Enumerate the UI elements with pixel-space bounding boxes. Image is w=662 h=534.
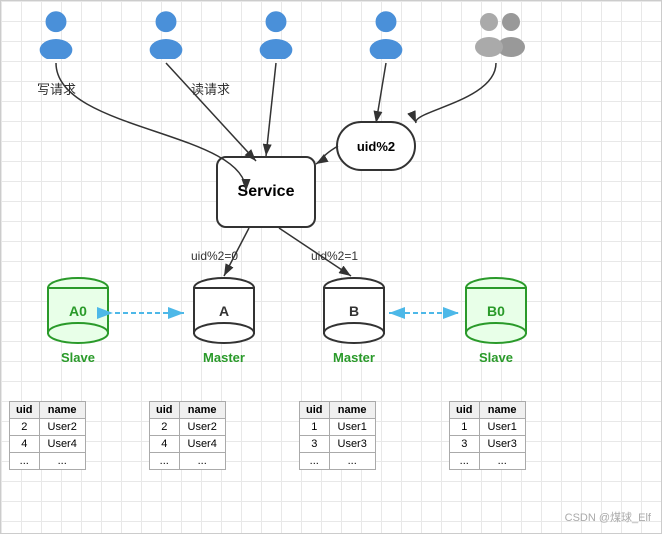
user-icon-2 [141, 9, 191, 59]
uid-mod-1-label: uid%2=1 [311, 249, 358, 263]
table-b-master-col-name: name [329, 402, 375, 419]
table-a-slave-col-uid: uid [10, 402, 40, 419]
user-icon-3 [251, 9, 301, 59]
service-box: Service [216, 156, 316, 228]
write-request-label: 写请求 [37, 79, 76, 98]
a-master-label: Master [203, 350, 245, 365]
table-a-slave: uid name 2User2 4User4 ...... [9, 401, 86, 470]
svg-text:B: B [349, 303, 359, 319]
table-a-master-col-uid: uid [150, 402, 180, 419]
user-icon-4 [361, 9, 411, 59]
table-b-master: uid name 1User1 3User3 ...... [299, 401, 376, 470]
svg-text:B0: B0 [487, 303, 505, 319]
table-b-master-col-uid: uid [300, 402, 330, 419]
table-row: ...... [450, 453, 526, 470]
diagram-content: 写请求 读请求 uid%2 Service uid%2=0 uid%2=1 A … [1, 1, 661, 533]
uid-mod-bubble: uid%2 [336, 121, 416, 171]
table-row: 1User1 [300, 419, 376, 436]
b-master-label: Master [333, 350, 375, 365]
table-a-master: uid name 2User2 4User4 ...... [149, 401, 226, 470]
user-icon-1 [31, 9, 81, 59]
service-label: Service [238, 183, 295, 201]
table-row: 4User4 [150, 436, 226, 453]
table-row: 3User3 [450, 436, 526, 453]
table-row: ...... [150, 453, 226, 470]
table-b-slave-col-uid: uid [450, 402, 480, 419]
table-a-slave-col-name: name [39, 402, 85, 419]
uid-mod-label: uid%2 [357, 139, 395, 154]
table-row: 3User3 [300, 436, 376, 453]
db-b-master: B Master [319, 276, 389, 365]
db-a-slave: A0 Slave [43, 276, 113, 365]
table-a-master-col-name: name [179, 402, 225, 419]
table-row: ...... [300, 453, 376, 470]
uid-mod-0-label: uid%2=0 [191, 249, 238, 263]
a-slave-label: Slave [61, 350, 95, 365]
table-b-slave: uid name 1User1 3User3 ...... [449, 401, 526, 470]
table-b-slave-col-name: name [479, 402, 525, 419]
watermark: CSDN @煤球_Elf [565, 509, 651, 525]
user-group-icon [461, 9, 531, 59]
b-slave-label: Slave [479, 350, 513, 365]
table-row: 2User2 [150, 419, 226, 436]
table-row: 2User2 [10, 419, 86, 436]
read-request-label: 读请求 [191, 79, 230, 98]
db-b-slave: B0 Slave [461, 276, 531, 365]
table-row: ...... [10, 453, 86, 470]
svg-text:A: A [219, 303, 229, 319]
main-diagram: 写请求 读请求 uid%2 Service uid%2=0 uid%2=1 A … [0, 0, 662, 534]
table-row: 4User4 [10, 436, 86, 453]
db-a-master: A Master [189, 276, 259, 365]
table-row: 1User1 [450, 419, 526, 436]
svg-text:A0: A0 [69, 303, 87, 319]
